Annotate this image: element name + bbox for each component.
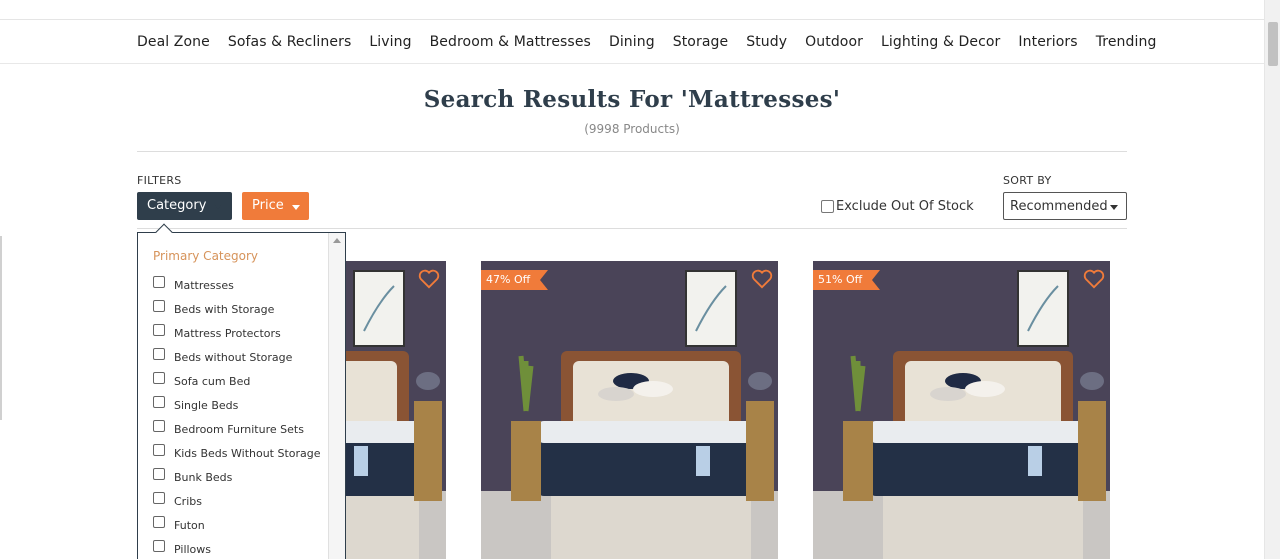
filters-label: FILTERS	[137, 174, 182, 187]
sort-label: SORT BY	[1003, 174, 1052, 187]
option-checkbox[interactable]	[153, 444, 165, 456]
option-checkbox[interactable]	[153, 540, 165, 552]
option-checkbox[interactable]	[153, 372, 165, 384]
category-option[interactable]: Beds without Storage	[153, 345, 321, 369]
nav-item-lighting-decor[interactable]: Lighting & Decor	[881, 34, 1000, 50]
category-option[interactable]: Beds with Storage	[153, 297, 321, 321]
category-option[interactable]: Single Beds	[153, 393, 321, 417]
category-option[interactable]: Bunk Beds	[153, 465, 321, 489]
nav-item-sofas-recliners[interactable]: Sofas & Recliners	[228, 34, 352, 50]
option-label: Beds with Storage	[174, 302, 275, 316]
chevron-down-icon	[214, 204, 222, 209]
category-option[interactable]: Pillows	[153, 537, 321, 559]
category-option[interactable]: Mattresses	[153, 273, 321, 297]
option-label: Futon	[174, 518, 205, 532]
category-dropdown: Primary Category Mattresses Beds with St…	[137, 223, 346, 559]
category-option[interactable]: Futon	[153, 513, 321, 537]
product-image	[813, 261, 1110, 559]
option-label: Kids Beds Without Storage	[174, 446, 321, 460]
option-checkbox[interactable]	[153, 324, 165, 336]
category-filter-button[interactable]: Category	[137, 192, 232, 220]
sort-selected-value: Recommended	[1010, 199, 1108, 214]
product-card[interactable]	[346, 261, 446, 559]
divider	[137, 228, 1127, 229]
scroll-up-icon[interactable]	[333, 238, 341, 243]
nav-item-bedroom-mattresses[interactable]: Bedroom & Mattresses	[430, 34, 591, 50]
nav-item-living[interactable]: Living	[369, 34, 411, 50]
chevron-down-icon	[1110, 205, 1118, 210]
option-checkbox[interactable]	[153, 468, 165, 480]
nav-item-outdoor[interactable]: Outdoor	[805, 34, 863, 50]
category-option[interactable]: Mattress Protectors	[153, 321, 321, 345]
exclude-out-of-stock-checkbox[interactable]	[821, 200, 834, 213]
option-label: Pillows	[174, 542, 212, 556]
category-option[interactable]: Bedroom Furniture Sets	[153, 417, 321, 441]
chevron-down-icon	[292, 205, 300, 210]
option-label: Single Beds	[174, 398, 239, 412]
option-label: Cribs	[174, 494, 202, 508]
discount-badge: 47% Off	[481, 270, 549, 290]
category-option[interactable]: Kids Beds Without Storage	[153, 441, 321, 465]
heart-icon[interactable]	[751, 269, 773, 289]
dropdown-heading: Primary Category	[153, 249, 258, 263]
option-label: Mattress Protectors	[174, 326, 281, 340]
category-options: Mattresses Beds with Storage Mattress Pr…	[153, 273, 321, 559]
price-filter-button[interactable]: Price	[242, 192, 309, 220]
sort-select[interactable]: Recommended	[1003, 192, 1127, 220]
option-label: Mattresses	[174, 278, 234, 292]
top-bar	[0, 0, 1264, 20]
side-panel-edge	[0, 236, 2, 420]
option-checkbox[interactable]	[153, 348, 165, 360]
discount-badge: 51% Off	[813, 270, 881, 290]
page-scrollbar[interactable]	[1264, 0, 1280, 559]
option-checkbox[interactable]	[153, 396, 165, 408]
nav-item-deal-zone[interactable]: Deal Zone	[137, 34, 210, 50]
nav-item-study[interactable]: Study	[746, 34, 787, 50]
category-option[interactable]: Cribs	[153, 489, 321, 513]
option-label: Sofa cum Bed	[174, 374, 251, 388]
product-image	[481, 261, 778, 559]
divider	[137, 151, 1127, 152]
option-checkbox[interactable]	[153, 516, 165, 528]
option-checkbox[interactable]	[153, 276, 165, 288]
category-filter-label: Category	[147, 198, 207, 213]
category-option[interactable]: Sofa cum Bed	[153, 369, 321, 393]
product-image	[346, 261, 446, 559]
nav-item-trending[interactable]: Trending	[1096, 34, 1157, 50]
product-count: (9998 Products)	[584, 122, 680, 136]
option-label: Bunk Beds	[174, 470, 233, 484]
option-checkbox[interactable]	[153, 492, 165, 504]
dropdown-notch	[155, 223, 173, 241]
product-card[interactable]: 47% Off	[481, 261, 778, 559]
nav-item-interiors[interactable]: Interiors	[1018, 34, 1077, 50]
exclude-out-of-stock-label: Exclude Out Of Stock	[836, 199, 974, 214]
nav-item-storage[interactable]: Storage	[673, 34, 728, 50]
option-label: Beds without Storage	[174, 350, 293, 364]
nav-item-dining[interactable]: Dining	[609, 34, 655, 50]
nav-items: Deal Zone Sofas & Recliners Living Bedro…	[137, 20, 1174, 64]
main-nav: Deal Zone Sofas & Recliners Living Bedro…	[0, 20, 1264, 64]
option-checkbox[interactable]	[153, 420, 165, 432]
heart-icon[interactable]	[1083, 269, 1105, 289]
option-label: Bedroom Furniture Sets	[174, 422, 304, 436]
exclude-out-of-stock[interactable]: Exclude Out Of Stock	[821, 199, 974, 214]
page-title: Search Results For 'Mattresses'	[423, 86, 841, 113]
heart-icon[interactable]	[418, 269, 440, 289]
price-filter-label: Price	[252, 198, 284, 213]
dropdown-scrollbar[interactable]	[328, 233, 345, 559]
scrollbar-thumb[interactable]	[1268, 22, 1278, 66]
option-checkbox[interactable]	[153, 300, 165, 312]
product-card[interactable]: 51% Off	[813, 261, 1110, 559]
